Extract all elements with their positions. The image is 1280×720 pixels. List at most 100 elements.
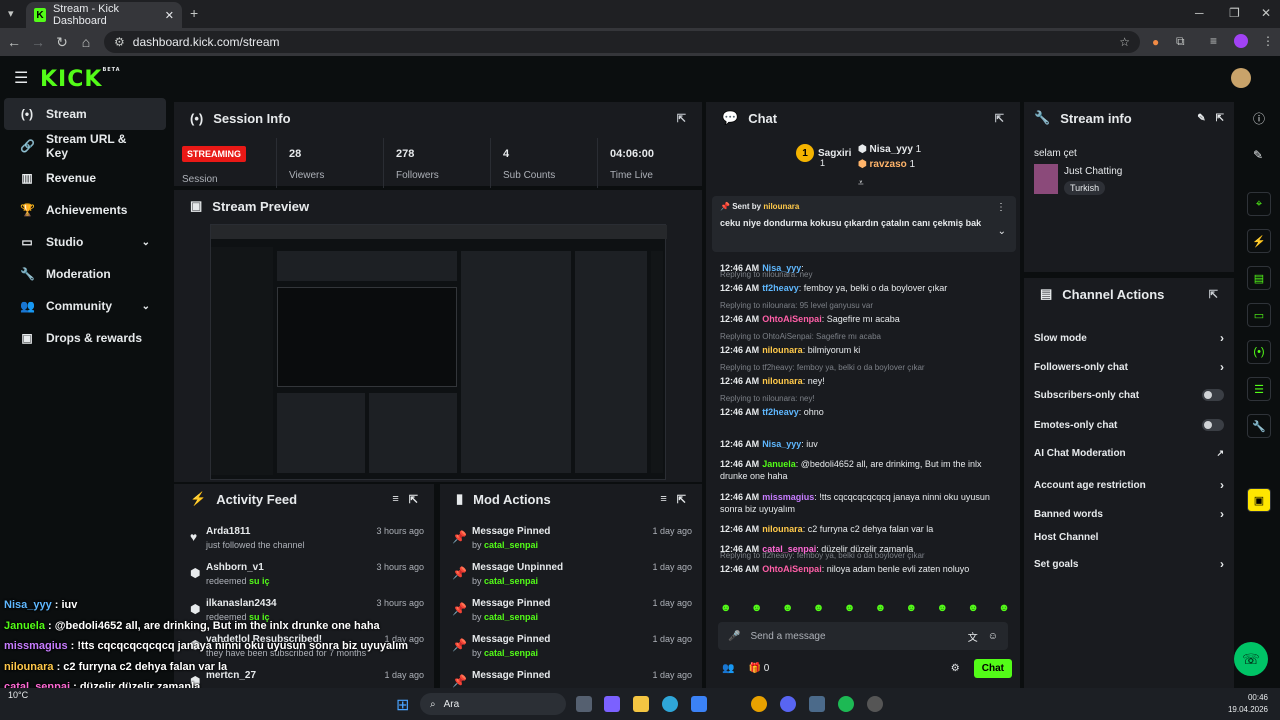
sidebar-item-moderation[interactable]: 🔧 Moderation: [4, 258, 166, 290]
message-username[interactable]: missmagius: [762, 492, 814, 502]
close-window-icon[interactable]: ✕: [1261, 6, 1271, 20]
emote-icon[interactable]: ☻: [998, 602, 1010, 614]
profile-avatar-icon[interactable]: [1234, 34, 1248, 48]
message-username[interactable]: tf2heavy: [762, 407, 799, 417]
emoji-icon[interactable]: ☺: [988, 631, 998, 642]
chevron-right-icon[interactable]: ›: [1220, 478, 1224, 492]
stream-preview-video[interactable]: [210, 224, 667, 480]
filter-icon[interactable]: ≡: [392, 493, 398, 505]
sidebar-item-revenue[interactable]: ▥ Revenue: [4, 162, 166, 194]
channel-action-banned-words[interactable]: Banned words ›: [1034, 507, 1224, 521]
chat-message[interactable]: 12:46 AM OhtoAiSenpai: Sagefire mı acaba: [720, 313, 1008, 325]
collapse-icon[interactable]: ⩡: [858, 178, 864, 189]
pinned-expand-icon[interactable]: ⌄: [998, 226, 1006, 237]
spotify-icon[interactable]: [838, 696, 854, 712]
pinned-message[interactable]: 📌 Sent by nilounara ceku niye dondurma k…: [712, 196, 1016, 252]
emote-icon[interactable]: ☻: [782, 602, 794, 614]
home-icon[interactable]: ⌂: [74, 34, 98, 50]
chat-message[interactable]: 12:46 AM nilounara: c2 furryna c2 dehya f…: [720, 523, 1008, 535]
bolt-icon[interactable]: ⚡: [1247, 229, 1271, 253]
channel-action-emotes-only-chat[interactable]: Emotes-only chat: [1034, 419, 1224, 431]
taskbar-clock[interactable]: 00:46 19.04.2026: [1222, 693, 1268, 714]
emote-icon[interactable]: ☻: [751, 602, 763, 614]
wrench-icon[interactable]: 🔧: [1247, 414, 1271, 438]
taskbar-search[interactable]: ⌕ Ara: [420, 693, 566, 715]
popout-icon[interactable]: ⇱: [677, 112, 686, 125]
message-username[interactable]: nilounara: [762, 524, 803, 534]
pencil-icon[interactable]: ✎: [1253, 148, 1263, 162]
popout-icon[interactable]: ⇱: [409, 493, 418, 506]
chat-input[interactable]: 🎤 Send a message 文 ☺: [718, 622, 1008, 650]
user-avatar[interactable]: [1231, 68, 1251, 88]
emote-icon[interactable]: ☻: [813, 602, 825, 614]
chat-message[interactable]: 12:46 AM missmagius: !tts cqcqcqcqcqcq ja…: [720, 491, 1008, 515]
message-username[interactable]: Januela: [762, 459, 796, 469]
emote-icon[interactable]: ☻: [906, 602, 918, 614]
sidebar-item-drops-rewards[interactable]: ▣ Drops & rewards: [4, 322, 166, 354]
message-username[interactable]: OhtoAiSenpai: [762, 314, 822, 324]
edge-icon[interactable]: [662, 696, 678, 712]
extension-icon[interactable]: ●: [1152, 35, 1159, 49]
message-username[interactable]: nilounara: [762, 345, 803, 355]
site-info-icon[interactable]: ⚙: [114, 35, 125, 49]
gift-icon[interactable]: 🎁 0: [748, 663, 769, 674]
popout-icon[interactable]: ⇱: [1209, 288, 1218, 301]
sidebar-item-stream[interactable]: (•) Stream: [4, 98, 166, 130]
users-icon[interactable]: 👥: [722, 663, 734, 674]
sidebar-item-achievements[interactable]: 🏆 Achievements: [4, 194, 166, 226]
sidebar-item-community[interactable]: 👥 Community ⌄: [4, 290, 166, 322]
clip-icon[interactable]: ▣: [1247, 488, 1271, 512]
hamburger-menu-icon[interactable]: ☰: [14, 68, 28, 88]
chrome-icon[interactable]: [751, 696, 767, 712]
chat-message[interactable]: 12:46 AM Januela: @bedoli4652 all, are dr…: [720, 458, 1008, 482]
emote-icon[interactable]: ☻: [875, 602, 887, 614]
close-tab-icon[interactable]: ✕: [165, 9, 174, 22]
chevron-down-icon[interactable]: ⌄: [142, 301, 150, 312]
filter-icon[interactable]: ≡: [660, 493, 666, 505]
kick-logo[interactable]: KICKBETA: [40, 67, 121, 92]
chat-message[interactable]: 12:46 AM OhtoAiSenpai: niloya adam benle …: [720, 563, 1008, 575]
target-icon[interactable]: ⌖: [1247, 192, 1271, 216]
chat-message[interactable]: 12:46 AM tf2heavy: femboy ya, belki o da …: [720, 282, 1008, 294]
send-chat-button[interactable]: Chat: [973, 658, 1012, 678]
pinned-more-icon[interactable]: ⋮: [996, 202, 1006, 213]
file-explorer-icon[interactable]: [633, 696, 649, 712]
chat-message[interactable]: 12:46 AM nilounara: bilmiyorum ki: [720, 344, 1008, 356]
message-username[interactable]: OhtoAiSenpai: [762, 564, 822, 574]
windows-start-icon[interactable]: ⊞: [396, 695, 409, 715]
emote-icon[interactable]: ☻: [967, 602, 979, 614]
chat-icon[interactable]: ▭: [1247, 303, 1271, 327]
chat-message[interactable]: 12:46 AM tf2heavy: ohno: [720, 406, 1008, 418]
discord-icon[interactable]: [780, 696, 796, 712]
media-icon[interactable]: ≡: [1210, 34, 1217, 48]
emote-icon[interactable]: ☻: [720, 602, 732, 614]
store-icon[interactable]: [691, 696, 707, 712]
chevron-right-icon[interactable]: ›: [1220, 331, 1224, 345]
reload-icon[interactable]: ↻: [50, 34, 74, 51]
channel-action-ai-chat-moderation[interactable]: AI Chat Moderation ↗: [1034, 448, 1224, 459]
info-icon[interactable]: ⓘ: [1253, 110, 1265, 127]
broadcast-icon[interactable]: (•): [1247, 340, 1271, 364]
translate-icon[interactable]: 文: [968, 629, 978, 644]
browser-tab[interactable]: K Stream - Kick Dashboard ✕: [26, 2, 182, 28]
channel-action-slow-mode[interactable]: Slow mode ›: [1034, 331, 1224, 345]
extensions-puzzle-icon[interactable]: ⧉: [1176, 34, 1185, 49]
toggle-switch[interactable]: [1202, 419, 1224, 431]
popout-icon[interactable]: ⇱: [1216, 113, 1224, 124]
bookmark-icon[interactable]: ☆: [1119, 35, 1130, 49]
message-username[interactable]: tf2heavy: [762, 283, 799, 293]
chevron-right-icon[interactable]: ›: [1220, 557, 1224, 571]
forward-icon[interactable]: →: [26, 34, 50, 50]
chevron-down-icon[interactable]: ⌄: [142, 237, 150, 248]
chat-message[interactable]: 12:46 AM Nisa_yyy: iuv: [720, 438, 1008, 450]
support-button[interactable]: ☏: [1234, 642, 1268, 676]
channel-action-account-age-restriction[interactable]: Account age restriction ›: [1034, 478, 1224, 492]
channel-action-host-channel[interactable]: Host Channel: [1034, 532, 1224, 543]
copilot-icon[interactable]: [604, 696, 620, 712]
chevron-right-icon[interactable]: ›: [1220, 507, 1224, 521]
back-icon[interactable]: ←: [2, 34, 26, 50]
maximize-icon[interactable]: ❐: [1229, 6, 1240, 20]
layout-icon[interactable]: ☰: [1247, 377, 1271, 401]
url-bar[interactable]: ⚙ dashboard.kick.com/stream ☆: [104, 31, 1140, 53]
microphone-icon[interactable]: 🎤: [728, 631, 740, 642]
